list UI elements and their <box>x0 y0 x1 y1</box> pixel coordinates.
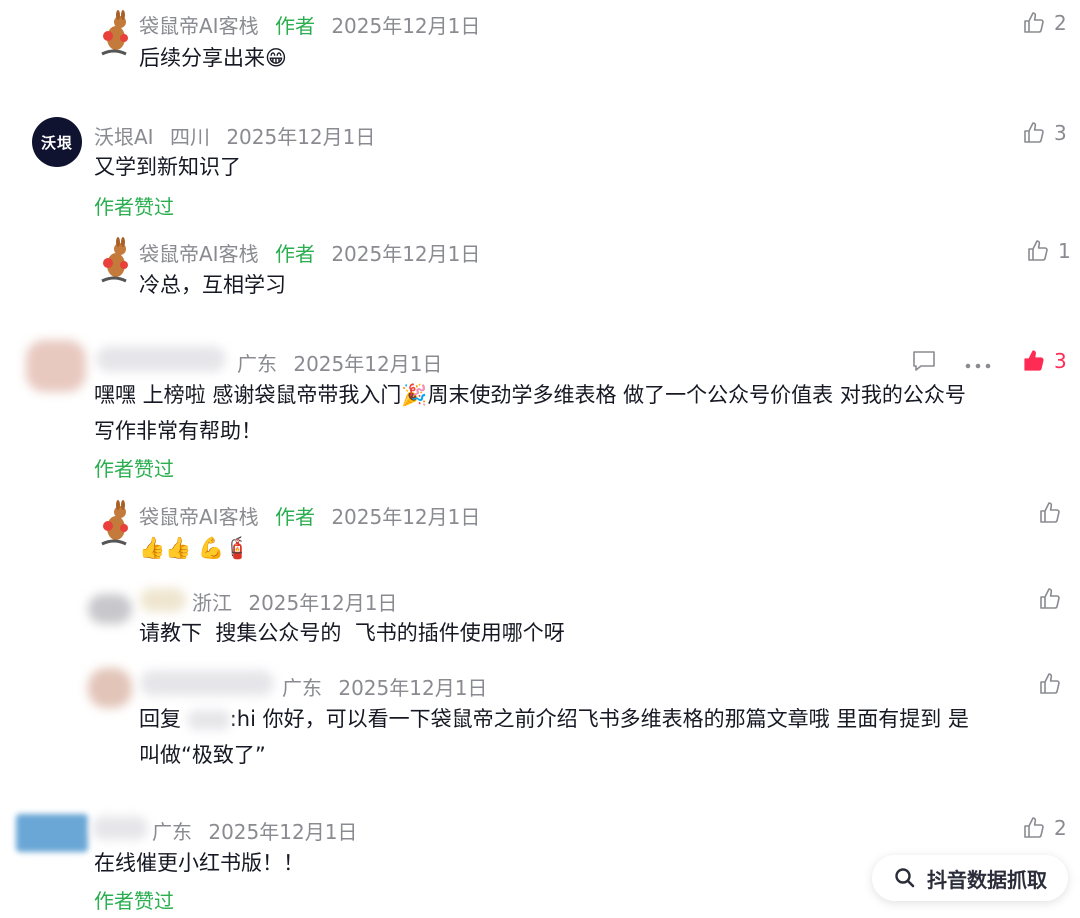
like-button[interactable]: 2 <box>1022 816 1067 840</box>
comment-meta: 广东 2025年12月1日 <box>152 816 357 845</box>
comment-text-line: 回复 :hi 你好，可以看一下袋鼠帝之前介绍飞书多维表格的那篇文章哦 里面有提到… <box>139 701 969 737</box>
comment-meta: 袋鼠帝AI客栈 作者 2025年12月1日 <box>139 238 480 267</box>
avatar[interactable] <box>96 237 132 289</box>
username[interactable]: 袋鼠帝AI客栈 <box>139 242 259 266</box>
author-liked-badge: 作者赞过 <box>94 889 174 913</box>
like-button[interactable]: 2 <box>1022 11 1067 35</box>
comment-text: 请教下 搜集公众号的 飞书的插件使用哪个呀 <box>139 621 565 645</box>
like-button[interactable] <box>1038 672 1062 696</box>
like-button[interactable]: 3 <box>1022 349 1067 373</box>
avatar[interactable] <box>96 10 132 62</box>
comment-date: 2025年12月1日 <box>248 591 398 615</box>
like-count: 3 <box>1054 349 1067 373</box>
thumb-up-icon <box>1040 673 1060 694</box>
comment-text-line: 叫做“极致了” <box>139 743 266 767</box>
avatar[interactable] <box>96 500 132 552</box>
blurred-avatar <box>16 814 88 852</box>
comment-text: 👍👍 💪🧯 <box>139 536 251 560</box>
blurred-username <box>140 588 186 612</box>
avatar-text: 沃垠 <box>40 133 73 152</box>
author-tag: 作者 <box>274 14 315 38</box>
comment-date: 2025年12月1日 <box>338 676 488 700</box>
avatar[interactable]: 沃垠 <box>32 117 82 167</box>
comment-bubble-icon <box>913 351 935 371</box>
like-button[interactable] <box>1038 501 1062 525</box>
thumb-up-icon <box>1024 12 1044 33</box>
blurred-mention <box>187 710 230 730</box>
kangaroo-avatar-icon <box>101 10 128 56</box>
comment-text: 又学到新知识了 <box>94 155 241 179</box>
comment-text-line: 嘿嘿 上榜啦 感谢袋鼠帝带我入门🎉周末使劲学多维表格 做了一个公众号价值表 对我… <box>94 383 966 407</box>
comment-meta: 广东 2025年12月1日 <box>282 672 487 701</box>
comment-meta: 袋鼠帝AI客栈 作者 2025年12月1日 <box>139 10 480 39</box>
like-count: 1 <box>1058 239 1071 263</box>
like-count: 3 <box>1054 121 1067 145</box>
author-liked-badge: 作者赞过 <box>94 195 174 219</box>
reply-text: :hi 你好，可以看一下袋鼠帝之前介绍飞书多维表格的那篇文章哦 里面有提到 是 <box>229 707 969 731</box>
kangaroo-avatar-icon <box>101 500 128 546</box>
comment-text: 嘿嘿 上榜啦 感谢袋鼠帝带我入门🎉周末使劲学多维表格 做了一个公众号价值表 对我… <box>94 377 966 449</box>
username[interactable]: 袋鼠帝AI客栈 <box>139 14 259 38</box>
comment-date: 2025年12月1日 <box>226 125 376 149</box>
comment-location: 广东 <box>282 676 322 700</box>
blurred-username <box>96 346 226 372</box>
comment-text: 后续分享出来😁 <box>139 46 287 70</box>
thumb-up-icon <box>1040 502 1060 523</box>
comment-meta: 浙江 2025年12月1日 <box>192 587 397 616</box>
comment-meta: 沃垠AI 四川 2025年12月1日 <box>94 121 375 150</box>
comment-meta: 广东 2025年12月1日 <box>237 348 442 377</box>
thumb-up-icon <box>1024 817 1044 838</box>
comment-text: 回复 :hi 你好，可以看一下袋鼠帝之前介绍飞书多维表格的那篇文章哦 里面有提到… <box>139 701 969 773</box>
blurred-avatar <box>88 668 132 708</box>
blurred-username <box>140 670 274 696</box>
like-count: 2 <box>1054 816 1067 840</box>
comment-text: 在线催更小红书版！！ <box>94 851 304 875</box>
blurred-avatar <box>26 340 86 392</box>
thumb-up-icon <box>1040 588 1060 609</box>
kangaroo-avatar-icon <box>101 237 128 283</box>
username[interactable]: 沃垠AI <box>94 125 154 149</box>
author-tag: 作者 <box>274 242 315 266</box>
like-button[interactable]: 3 <box>1022 121 1067 145</box>
more-dots-icon <box>965 363 991 369</box>
comment-location: 四川 <box>169 125 210 149</box>
blurred-username <box>92 816 148 840</box>
author-liked-badge: 作者赞过 <box>94 457 174 481</box>
reply-button[interactable] <box>911 349 937 377</box>
comment-text-line: 写作非常有帮助！ <box>94 419 262 443</box>
search-icon <box>895 868 915 888</box>
reply-prefix: 回复 <box>139 707 181 731</box>
comment-date: 2025年12月1日 <box>331 242 481 266</box>
comment-date: 2025年12月1日 <box>208 820 358 844</box>
comment-text: 冷总，互相学习 <box>139 273 286 297</box>
comment-date: 2025年12月1日 <box>331 14 481 38</box>
floating-button-label: 抖音数据抓取 <box>927 867 1047 892</box>
thumb-up-icon <box>1024 122 1044 143</box>
author-tag: 作者 <box>274 505 315 529</box>
comment-meta: 袋鼠帝AI客栈 作者 2025年12月1日 <box>139 501 480 530</box>
username[interactable]: 袋鼠帝AI客栈 <box>139 505 259 529</box>
like-button[interactable]: 1 <box>1026 239 1071 263</box>
thumb-up-filled-icon <box>1024 350 1044 371</box>
comment-date: 2025年12月1日 <box>331 505 481 529</box>
comment-location: 广东 <box>152 820 192 844</box>
comment-location: 浙江 <box>192 591 232 615</box>
like-button[interactable] <box>1038 587 1062 611</box>
comment-location: 广东 <box>237 352 277 376</box>
like-count: 2 <box>1054 11 1067 35</box>
thumb-up-icon <box>1028 240 1048 261</box>
more-options-button[interactable] <box>964 356 992 375</box>
comment-date: 2025年12月1日 <box>293 352 443 376</box>
blurred-avatar <box>88 594 132 624</box>
douyin-data-scrape-button[interactable]: 抖音数据抓取 <box>872 855 1068 901</box>
